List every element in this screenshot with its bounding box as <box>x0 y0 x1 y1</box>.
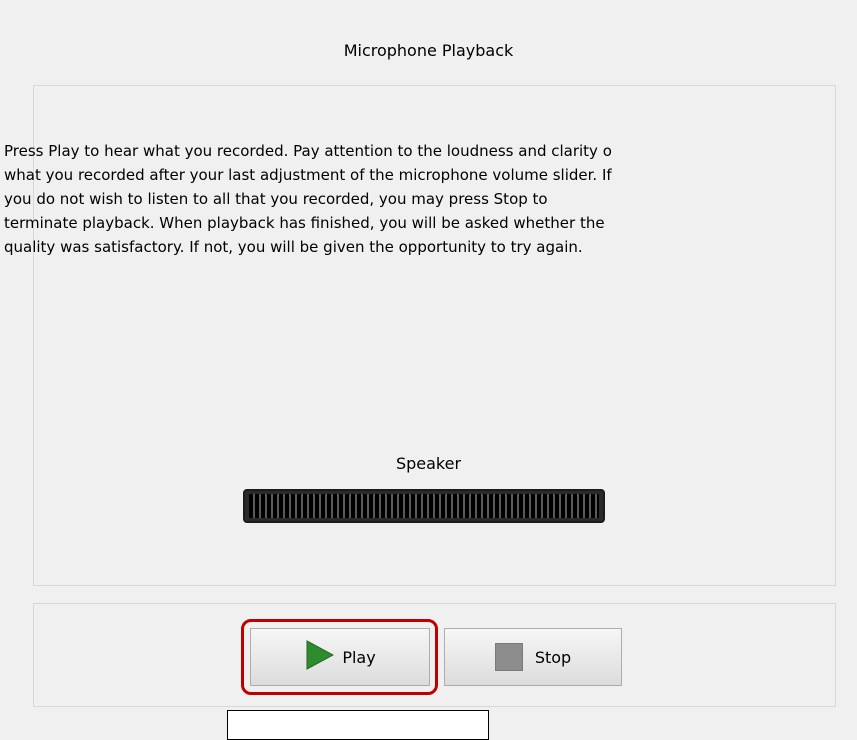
stop-button[interactable]: Stop <box>444 628 622 686</box>
button-panel <box>33 603 836 707</box>
speaker-level-track <box>249 494 599 518</box>
stop-button-label: Stop <box>534 647 572 667</box>
play-button-label: Play <box>342 647 376 667</box>
speaker-label: Speaker <box>395 454 462 473</box>
bottom-text-box <box>227 710 489 740</box>
microphone-playback-window: Microphone Playback Press Play to hear w… <box>0 0 857 740</box>
window-title: Microphone Playback <box>343 41 514 60</box>
speaker-level-meter <box>243 489 605 523</box>
stop-icon <box>494 643 523 671</box>
play-icon <box>304 640 335 674</box>
instructions-text: Press Play to hear what you recorded. Pa… <box>4 142 612 256</box>
play-button[interactable]: Play <box>250 628 430 686</box>
